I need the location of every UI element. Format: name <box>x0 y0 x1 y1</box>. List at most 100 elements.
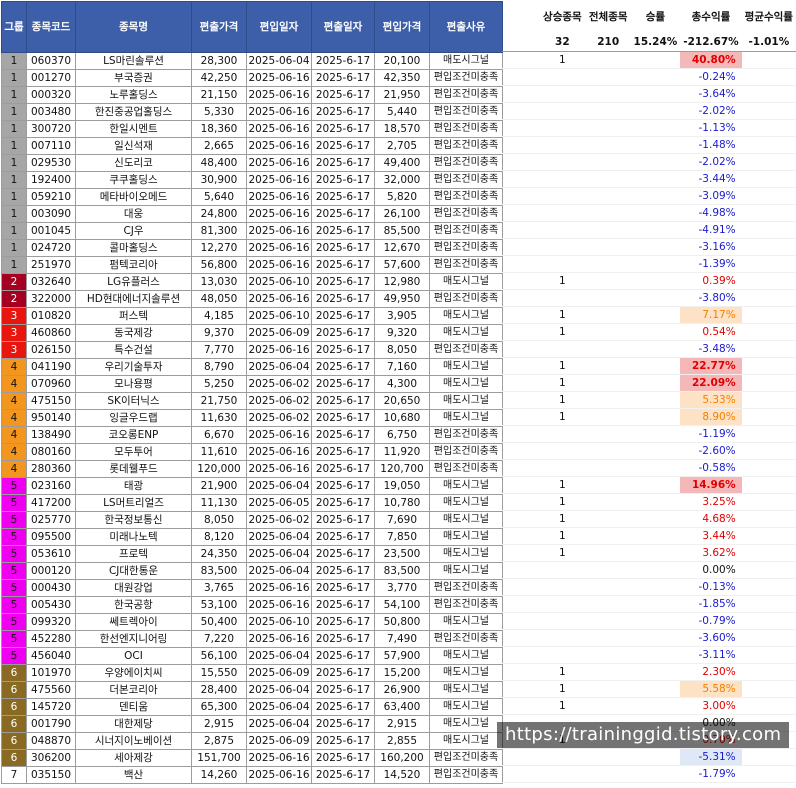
empty-cell[interactable] <box>630 527 681 545</box>
exit-date-cell[interactable]: 2025-6-17 <box>311 647 375 665</box>
exit-price-cell[interactable]: 3,765 <box>191 579 247 597</box>
empty-cell[interactable] <box>630 595 681 613</box>
reason-cell[interactable]: 매도시그널 <box>429 647 503 665</box>
name-cell[interactable]: 잉글우드랩 <box>75 409 192 427</box>
reason-cell[interactable]: 매도시그널 <box>429 375 503 393</box>
exit-date-cell[interactable]: 2025-6-17 <box>311 426 375 444</box>
header-entry-date[interactable]: 편입일자 <box>246 1 312 53</box>
exit-date-cell[interactable]: 2025-6-17 <box>311 324 375 342</box>
entry-date-cell[interactable]: 2025-06-05 <box>246 494 312 512</box>
return-cell[interactable]: -0.79% <box>680 612 742 630</box>
code-cell[interactable]: 060370 <box>26 52 76 70</box>
entry-date-cell[interactable]: 2025-06-16 <box>246 103 312 121</box>
group-cell[interactable]: 1 <box>1 239 27 257</box>
entry-price-cell[interactable]: 26,100 <box>374 205 430 223</box>
code-cell[interactable]: 001045 <box>26 222 76 240</box>
up-count-cell[interactable] <box>538 612 586 630</box>
empty-cell[interactable] <box>630 374 681 392</box>
name-cell[interactable]: 미래나노텍 <box>75 528 192 546</box>
up-count-cell[interactable] <box>538 187 586 205</box>
return-cell[interactable]: 3.62% <box>680 544 742 562</box>
empty-cell[interactable] <box>630 476 681 494</box>
empty-cell[interactable] <box>585 289 631 307</box>
code-cell[interactable]: 032640 <box>26 273 76 291</box>
name-cell[interactable]: 대한제당 <box>75 715 192 733</box>
entry-date-cell[interactable]: 2025-06-16 <box>246 171 312 189</box>
exit-date-cell[interactable]: 2025-6-17 <box>311 562 375 580</box>
up-count-cell[interactable]: 1 <box>538 493 586 511</box>
empty-cell[interactable] <box>741 561 796 579</box>
entry-date-cell[interactable]: 2025-06-16 <box>246 426 312 444</box>
entry-price-cell[interactable]: 85,500 <box>374 222 430 240</box>
header-exit-date[interactable]: 편출일자 <box>311 1 375 53</box>
empty-cell[interactable] <box>630 442 681 460</box>
empty-cell[interactable] <box>585 612 631 630</box>
exit-date-cell[interactable]: 2025-6-17 <box>311 222 375 240</box>
return-cell[interactable]: -2.02% <box>680 153 742 171</box>
exit-date-cell[interactable]: 2025-6-17 <box>311 375 375 393</box>
reason-cell[interactable]: 편입조건미충족 <box>429 86 503 104</box>
return-cell[interactable]: 8.90% <box>680 408 742 426</box>
exit-date-cell[interactable]: 2025-6-17 <box>311 103 375 121</box>
return-cell[interactable]: -2.60% <box>680 442 742 460</box>
group-cell[interactable]: 3 <box>1 341 27 359</box>
name-cell[interactable]: 일신석재 <box>75 137 192 155</box>
return-cell[interactable]: 2.30% <box>680 663 742 681</box>
return-cell[interactable]: 0.39% <box>680 272 742 290</box>
empty-cell[interactable] <box>741 748 796 766</box>
empty-cell[interactable] <box>741 170 796 188</box>
code-cell[interactable]: 306200 <box>26 749 76 767</box>
empty-cell[interactable] <box>630 612 681 630</box>
entry-price-cell[interactable]: 15,200 <box>374 664 430 682</box>
reason-cell[interactable]: 매도시그널 <box>429 52 503 70</box>
empty-cell[interactable] <box>741 476 796 494</box>
group-cell[interactable]: 1 <box>1 256 27 274</box>
group-cell[interactable]: 5 <box>1 596 27 614</box>
up-count-cell[interactable] <box>538 238 586 256</box>
exit-date-cell[interactable]: 2025-6-17 <box>311 766 375 784</box>
header-group[interactable]: 그룹 <box>1 1 27 53</box>
entry-date-cell[interactable]: 2025-06-16 <box>246 256 312 274</box>
name-cell[interactable]: 부국증권 <box>75 69 192 87</box>
empty-cell[interactable] <box>741 204 796 222</box>
code-cell[interactable]: 192400 <box>26 171 76 189</box>
empty-cell[interactable] <box>741 527 796 545</box>
up-count-cell[interactable]: 1 <box>538 408 586 426</box>
empty-cell[interactable] <box>585 425 631 443</box>
exit-date-cell[interactable]: 2025-6-17 <box>311 494 375 512</box>
exit-date-cell[interactable]: 2025-6-17 <box>311 698 375 716</box>
empty-cell[interactable] <box>741 578 796 596</box>
empty-cell[interactable] <box>585 51 631 69</box>
reason-cell[interactable]: 편입조건미충족 <box>429 154 503 172</box>
reason-cell[interactable]: 편입조건미충족 <box>429 256 503 274</box>
return-cell[interactable]: -3.60% <box>680 629 742 647</box>
entry-date-cell[interactable]: 2025-06-16 <box>246 120 312 138</box>
code-cell[interactable]: 005430 <box>26 596 76 614</box>
exit-price-cell[interactable]: 5,250 <box>191 375 247 393</box>
up-count-cell[interactable] <box>538 748 586 766</box>
up-count-cell[interactable] <box>538 221 586 239</box>
name-cell[interactable]: 프로텍 <box>75 545 192 563</box>
reason-cell[interactable]: 매도시그널 <box>429 613 503 631</box>
empty-cell[interactable] <box>630 459 681 477</box>
exit-price-cell[interactable]: 12,270 <box>191 239 247 257</box>
return-cell[interactable]: -0.13% <box>680 578 742 596</box>
return-cell[interactable]: 22.09% <box>680 374 742 392</box>
empty-cell[interactable] <box>585 663 631 681</box>
exit-date-cell[interactable]: 2025-6-17 <box>311 205 375 223</box>
exit-price-cell[interactable]: 42,250 <box>191 69 247 87</box>
group-cell[interactable]: 4 <box>1 443 27 461</box>
return-cell[interactable]: 3.44% <box>680 527 742 545</box>
entry-price-cell[interactable]: 3,770 <box>374 579 430 597</box>
group-cell[interactable]: 5 <box>1 613 27 631</box>
empty-cell[interactable] <box>630 510 681 528</box>
code-cell[interactable]: 003090 <box>26 205 76 223</box>
entry-date-cell[interactable]: 2025-06-09 <box>246 324 312 342</box>
entry-price-cell[interactable]: 2,915 <box>374 715 430 733</box>
entry-date-cell[interactable]: 2025-06-04 <box>246 358 312 376</box>
code-cell[interactable]: 099320 <box>26 613 76 631</box>
reason-cell[interactable]: 매도시그널 <box>429 307 503 325</box>
code-cell[interactable]: 950140 <box>26 409 76 427</box>
up-count-cell[interactable] <box>538 85 586 103</box>
empty-cell[interactable] <box>585 765 631 783</box>
